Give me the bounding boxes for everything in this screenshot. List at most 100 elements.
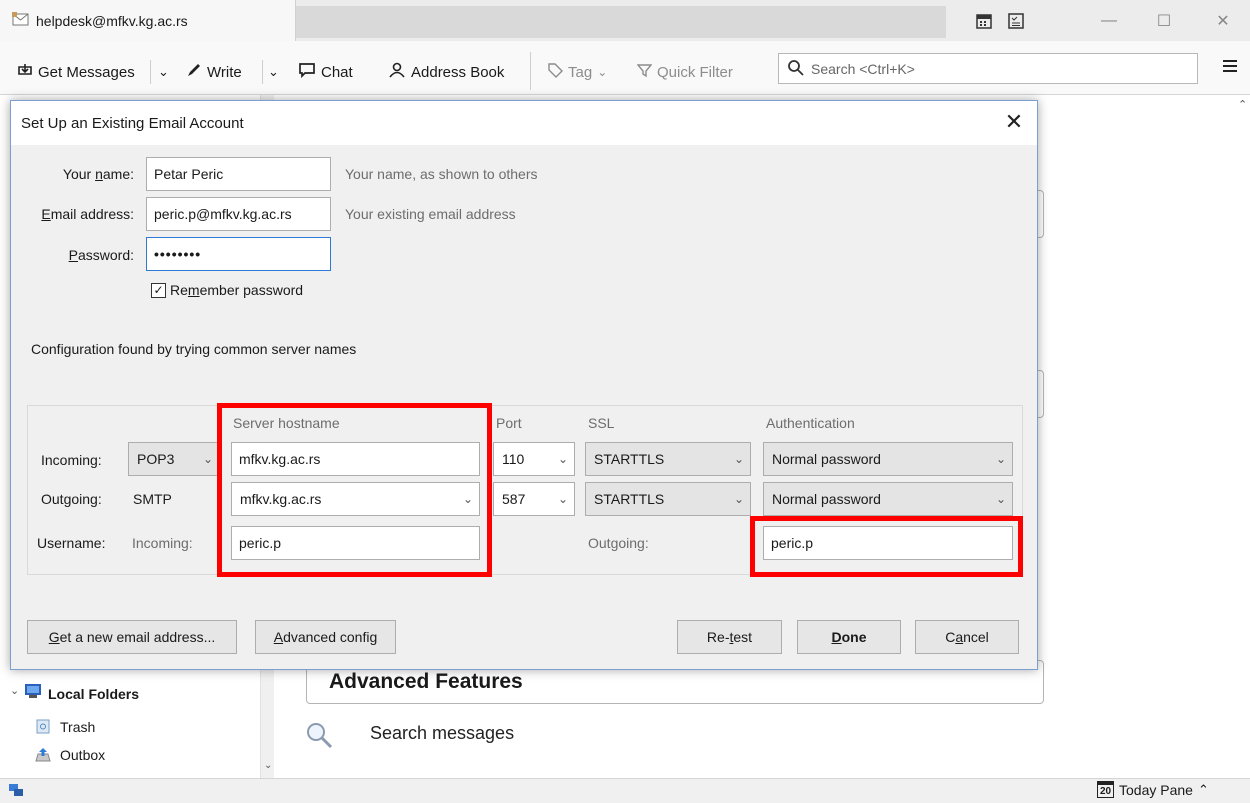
get-new-email-button[interactable]: Get a new email address... (27, 620, 237, 654)
cancel-button[interactable]: Ca ncel (915, 620, 1019, 654)
checkmark-icon: ✓ (151, 282, 166, 298)
magnifier-icon (304, 720, 334, 753)
chevron-down-icon: ⌄ (557, 452, 568, 466)
write-label: Write (207, 63, 242, 81)
close-window-button[interactable]: ✕ (1200, 0, 1246, 41)
email-label: Email address: (41, 206, 134, 222)
calendar-tab-icon[interactable] (975, 12, 993, 33)
quick-filter-button[interactable]: Quick Filter (636, 59, 733, 85)
name-field[interactable]: Petar Peric (146, 157, 331, 191)
pencil-icon (186, 62, 202, 82)
calendar-icon: 20 (1097, 781, 1114, 798)
search-input[interactable]: Search <Ctrl+K> (778, 53, 1198, 84)
auth-header: Authentication (766, 415, 855, 431)
address-book-button[interactable]: Address Book (388, 59, 504, 85)
tab-mail[interactable]: helpdesk@mfkv.kg.ac.rs (0, 0, 296, 41)
divider (262, 60, 263, 84)
chevron-down-icon: ⌄ (597, 65, 608, 79)
address-book-label: Address Book (411, 63, 505, 81)
download-icon (17, 62, 33, 82)
dialog-title-bar: Set Up an Existing Email Account (11, 101, 1037, 145)
get-messages-dropdown[interactable]: ⌄ (158, 59, 169, 85)
password-field[interactable]: •••••••• (146, 237, 331, 271)
chevron-down-icon[interactable]: ⌄ (10, 684, 19, 697)
online-status-icon[interactable] (8, 782, 24, 801)
chat-label: Chat (321, 63, 353, 81)
done-button[interactable]: Done (797, 620, 901, 654)
chevron-down-icon: ⌄ (268, 64, 279, 79)
trash-item[interactable]: Trash (60, 719, 95, 735)
write-button[interactable]: Write (186, 59, 242, 85)
remember-password-label: Remember password (170, 282, 304, 298)
tag-icon (548, 62, 563, 82)
outbox-item[interactable]: Outbox (60, 747, 105, 763)
scroll-up-icon[interactable]: ⌃ (1238, 98, 1247, 111)
search-messages-link[interactable]: Search messages (370, 723, 514, 744)
username-incoming-label: Incoming: (132, 535, 193, 551)
minimize-button[interactable]: — (1086, 0, 1132, 41)
close-icon: ✕ (1004, 109, 1024, 134)
retest-button[interactable]: Re-t est (677, 620, 782, 654)
divider (150, 60, 151, 84)
local-folders-icon (24, 683, 42, 702)
local-folders-item[interactable]: Local Folders (48, 686, 139, 702)
email-field[interactable]: peric.p@mfkv.kg.ac.rs (146, 197, 331, 231)
incoming-auth-select[interactable]: Normal password ⌄ (763, 442, 1013, 476)
email-hint: Your existing email address (345, 206, 516, 222)
highlight-box-incoming (217, 403, 492, 577)
incoming-label: Incoming: (41, 452, 102, 468)
highlight-box-outgoing (750, 516, 1023, 577)
outgoing-auth-select[interactable]: Normal password ⌄ (763, 482, 1013, 516)
advanced-config-button[interactable]: Advanced config (255, 620, 396, 654)
funnel-icon (636, 63, 653, 82)
chevron-up-icon: ⌃ (1197, 781, 1209, 797)
username-outgoing-label: Outgoing: (588, 535, 649, 551)
today-pane-toggle[interactable]: 20 Today Pane ⌃ (1097, 781, 1209, 798)
port-header: Port (496, 415, 522, 431)
hamburger-menu-icon[interactable] (1222, 58, 1238, 77)
tag-button[interactable]: Tag ⌄ (548, 59, 607, 85)
status-bar (0, 778, 1250, 803)
outbox-icon (35, 746, 51, 765)
name-hint: Your name, as shown to others (345, 166, 538, 182)
dialog-title: Set Up an Existing Email Account (21, 114, 244, 132)
chevron-down-icon: ⌄ (557, 492, 568, 506)
search-placeholder: Search <Ctrl+K> (811, 60, 915, 77)
trash-icon (35, 718, 51, 737)
incoming-port-select[interactable]: 110 ⌄ (493, 442, 575, 476)
scroll-down-icon[interactable]: ⌄ (264, 760, 272, 771)
chat-bubble-icon (298, 62, 316, 82)
outgoing-port-select[interactable]: 587 ⌄ (493, 482, 575, 516)
outgoing-label: Outgoing: (41, 491, 102, 507)
chevron-down-icon: ⌄ (733, 492, 744, 506)
tasks-tab-icon[interactable] (1007, 12, 1025, 33)
ssl-header: SSL (588, 415, 615, 431)
quick-filter-label: Quick Filter (657, 63, 733, 81)
search-icon (787, 59, 804, 79)
divider (530, 52, 531, 90)
chevron-down-icon: ⌄ (202, 452, 213, 466)
main-scrollbar[interactable] (1230, 95, 1250, 778)
remember-password-checkbox[interactable]: ✓ Remember password (151, 282, 303, 298)
tab-strip (296, 6, 946, 38)
mail-account-icon (12, 11, 30, 30)
outgoing-ssl-select[interactable]: STARTTLS ⌄ (585, 482, 751, 516)
account-setup-dialog: Set Up an Existing Email Account ✕ Your … (10, 100, 1038, 670)
contacts-icon (388, 62, 406, 82)
close-dialog-button[interactable]: ✕ (999, 107, 1029, 137)
tab-title: helpdesk@mfkv.kg.ac.rs (36, 12, 188, 29)
write-dropdown[interactable]: ⌄ (268, 59, 279, 85)
outgoing-protocol: SMTP (133, 491, 172, 507)
today-pane-label: Today Pane (1119, 781, 1193, 798)
incoming-protocol-select[interactable]: POP3 ⌄ (128, 442, 220, 476)
chevron-down-icon: ⌄ (995, 452, 1006, 466)
username-label: Username: (37, 535, 106, 551)
chevron-down-icon: ⌄ (733, 452, 744, 466)
config-status-text: Configuration found by trying common ser… (31, 341, 357, 357)
maximize-button[interactable]: ☐ (1141, 0, 1187, 41)
tag-label: Tag (568, 63, 593, 81)
get-messages-button[interactable]: Get Messages (17, 59, 135, 85)
incoming-ssl-select[interactable]: STARTTLS ⌄ (585, 442, 751, 476)
password-label: Password: (68, 247, 134, 263)
chat-button[interactable]: Chat (298, 59, 353, 85)
